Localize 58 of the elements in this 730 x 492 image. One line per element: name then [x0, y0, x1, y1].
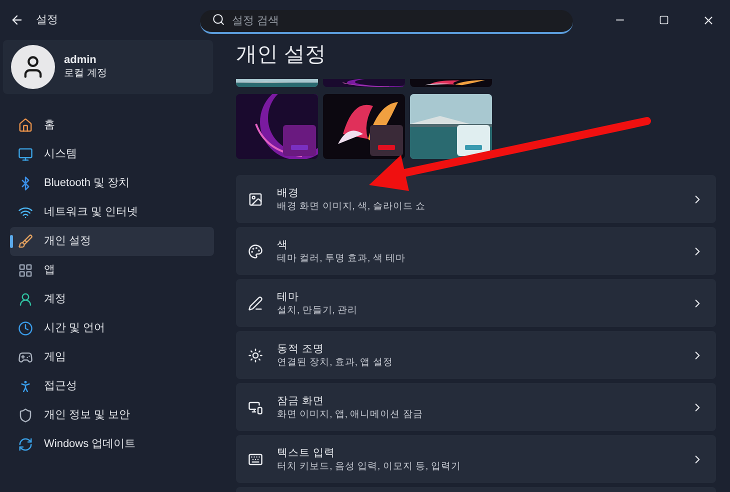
clock-icon — [18, 321, 33, 336]
setting-title: 동적 조명 — [277, 342, 325, 356]
search-icon — [212, 13, 225, 26]
sidebar-item[interactable]: 네트워크 및 인터넷 — [10, 198, 214, 227]
close-icon — [702, 14, 714, 26]
settings-card[interactable]: 동적 조명 연결된 장치, 효과, 앱 설정 — [236, 331, 716, 379]
sidebar-item[interactable]: 개인 설정 — [10, 227, 214, 256]
wifi-icon — [18, 205, 33, 220]
settings-card[interactable]: 텍스트 입력 터치 키보드, 음성 입력, 이모지 등, 입력기 — [236, 435, 716, 483]
account-card[interactable]: admin 로컬 계정 — [3, 40, 213, 94]
sidebar-item[interactable]: 홈 — [10, 111, 214, 140]
sidebar-item[interactable]: 개인 정보 및 보안 — [10, 401, 214, 430]
page-title: 개인 설정 — [236, 42, 327, 68]
setting-title: 잠금 화면 — [277, 394, 325, 408]
sidebar-item[interactable]: 접근성 — [10, 372, 214, 401]
setting-description: 화면 이미지, 앱, 애니메이션 잠금 — [277, 408, 424, 420]
setting-description: 테마 컬러, 투명 효과, 색 테마 — [277, 252, 406, 264]
avatar-icon — [11, 45, 55, 89]
sidebar-item[interactable]: 게임 — [10, 343, 214, 372]
monitor-icon — [18, 147, 33, 162]
maximize-icon — [659, 15, 669, 25]
keyboard-icon — [248, 452, 263, 466]
setting-title: 배경 — [277, 186, 300, 200]
sync-icon — [18, 437, 33, 452]
home-icon — [18, 118, 33, 133]
lock-screen-icon — [248, 400, 263, 414]
account-name: admin — [64, 54, 98, 67]
accessibility-icon — [18, 379, 33, 394]
apps-icon — [18, 263, 33, 278]
sun-icon — [248, 348, 263, 362]
sidebar-item[interactable]: 계정 — [10, 285, 214, 314]
window-title: 설정 — [36, 12, 58, 28]
sidebar-item[interactable]: Windows 업데이트 — [10, 430, 214, 459]
gamepad-icon — [18, 350, 33, 365]
sidebar-item[interactable]: 시스템 — [10, 140, 214, 169]
person-icon — [18, 292, 33, 307]
sidebar-item[interactable]: 앱 — [10, 256, 214, 285]
setting-description: 터치 키보드, 음성 입력, 이모지 등, 입력기 — [277, 460, 462, 472]
setting-description: 설치, 만들기, 관리 — [277, 304, 359, 316]
setting-description: 배경 화면 이미지, 색, 슬라이드 쇼 — [277, 200, 426, 212]
shield-icon — [18, 408, 33, 423]
palette-icon — [248, 244, 263, 258]
back-icon — [10, 13, 24, 27]
setting-title: 색 — [277, 238, 289, 252]
sidebar-item[interactable]: 시간 및 언어 — [10, 314, 214, 343]
setting-title: 테마 — [277, 290, 300, 304]
setting-title: 텍스트 입력 — [277, 446, 336, 460]
image-icon — [248, 192, 263, 206]
settings-card[interactable]: 색 테마 컬러, 투명 효과, 색 테마 — [236, 227, 716, 275]
settings-card[interactable]: 잠금 화면 화면 이미지, 앱, 애니메이션 잠금 — [236, 383, 716, 431]
setting-description: 연결된 장치, 효과, 앱 설정 — [277, 356, 394, 368]
settings-card[interactable]: 배경 배경 화면 이미지, 색, 슬라이드 쇼 — [236, 175, 716, 223]
settings-card[interactable]: 테마 설치, 만들기, 관리 — [236, 279, 716, 327]
pen-icon — [248, 296, 263, 310]
account-type: 로컬 계정 — [64, 67, 107, 80]
search-field[interactable]: 설정 검색 — [200, 10, 573, 34]
sidebar-item[interactable]: Bluetooth 및 장치 — [10, 169, 214, 198]
brush-icon — [18, 234, 33, 249]
